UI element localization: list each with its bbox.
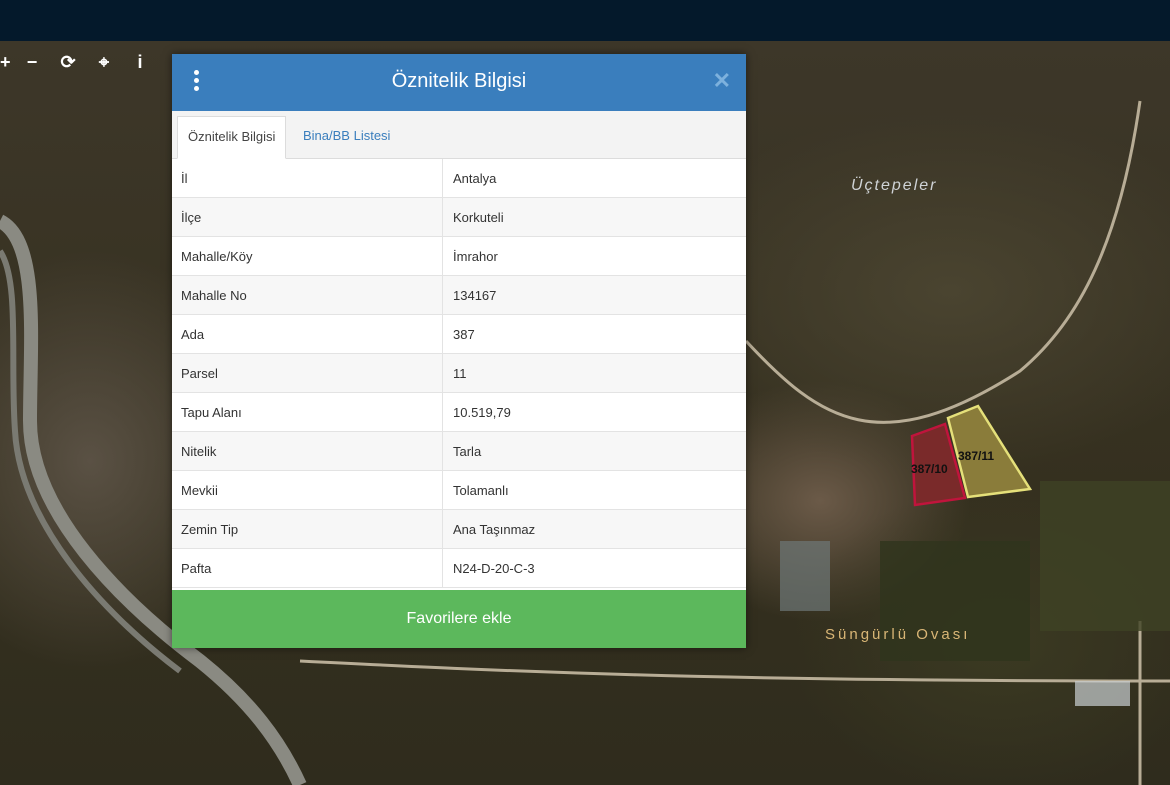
attribute-key: İlçe — [172, 197, 443, 237]
attribute-key: Nitelik — [172, 431, 443, 471]
place-label-sungurlu: Süngürlü Ovası — [825, 626, 971, 643]
road — [299, 659, 1170, 683]
table-row: Nitelik Tarla — [172, 431, 746, 471]
parcel-label-387-11: 387/11 — [958, 449, 995, 463]
top-navbar — [0, 0, 1170, 41]
table-row: Pafta N24-D-20-C-3 — [172, 548, 746, 588]
table-row: Ada 387 — [172, 314, 746, 354]
dialog-title: Öznitelik Bilgisi — [391, 70, 527, 92]
parcel-label-387-10: 387/10 — [911, 462, 948, 476]
attribute-value: İmrahor — [442, 236, 746, 276]
tab-building-list[interactable]: Bina/BB Listesi — [293, 116, 400, 158]
table-row: Mahalle No 134167 — [172, 275, 746, 315]
table-row: Mevkii Tolamanlı — [172, 470, 746, 510]
tab-attribute-info[interactable]: Öznitelik Bilgisi — [177, 116, 287, 159]
dialog-tabs: Öznitelik Bilgisi Bina/BB Listesi — [172, 111, 746, 159]
attribute-value: 10.519,79 — [442, 392, 746, 432]
attribute-value: Antalya — [442, 159, 746, 198]
field — [880, 541, 1030, 661]
attribute-key: Mahalle No — [172, 275, 443, 315]
road — [744, 100, 1142, 424]
map-toolbar: + − ⟳ ⌖ i — [0, 47, 158, 77]
field — [1040, 481, 1170, 631]
attribute-key: Tapu Alanı — [172, 392, 443, 432]
attribute-value: 11 — [442, 353, 746, 393]
greenhouse — [780, 541, 830, 611]
place-label-uctepeler: Üçtepeler — [851, 177, 938, 194]
refresh-icon[interactable]: ⟳ — [50, 47, 86, 77]
attribute-key: Zemin Tip — [172, 509, 443, 549]
table-row: Mahalle/Köy İmrahor — [172, 236, 746, 276]
attribute-key: İl — [172, 159, 443, 198]
close-icon[interactable]: ✕ — [713, 70, 731, 92]
attribute-value: 387 — [442, 314, 746, 354]
attribute-value: Korkuteli — [442, 197, 746, 237]
attribute-value: Ana Taşınmaz — [442, 509, 746, 549]
greenhouse — [1075, 681, 1130, 706]
attribute-key: Mahalle/Köy — [172, 236, 443, 276]
info-icon[interactable]: i — [122, 47, 158, 77]
locate-icon[interactable]: ⌖ — [86, 47, 122, 77]
attribute-value: N24-D-20-C-3 — [442, 548, 746, 588]
attribute-value: Tolamanlı — [442, 470, 746, 510]
attribute-key: Ada — [172, 314, 443, 354]
attribute-info-dialog: Öznitelik Bilgisi ✕ Öznitelik Bilgisi Bi… — [172, 54, 746, 648]
table-row: Zemin Tip Ana Taşınmaz — [172, 509, 746, 549]
zoom-out-icon[interactable]: − — [14, 47, 50, 77]
attribute-value: Tarla — [442, 431, 746, 471]
attribute-key: Mevkii — [172, 470, 443, 510]
dialog-header: Öznitelik Bilgisi ✕ — [172, 54, 746, 111]
table-row: İl Antalya — [172, 159, 746, 198]
attribute-value: 134167 — [442, 275, 746, 315]
attribute-table: İl Antalya İlçe Korkuteli Mahalle/Köy İmrahor… — [172, 159, 746, 588]
table-row: İlçe Korkuteli — [172, 197, 746, 237]
table-row: Tapu Alanı 10.519,79 — [172, 392, 746, 432]
attribute-key: Pafta — [172, 548, 443, 588]
zoom-in-icon[interactable]: + — [0, 47, 14, 77]
add-to-favorites-button[interactable]: Favorilere ekle — [172, 590, 746, 648]
attribute-key: Parsel — [172, 353, 443, 393]
table-row: Parsel 11 — [172, 353, 746, 393]
